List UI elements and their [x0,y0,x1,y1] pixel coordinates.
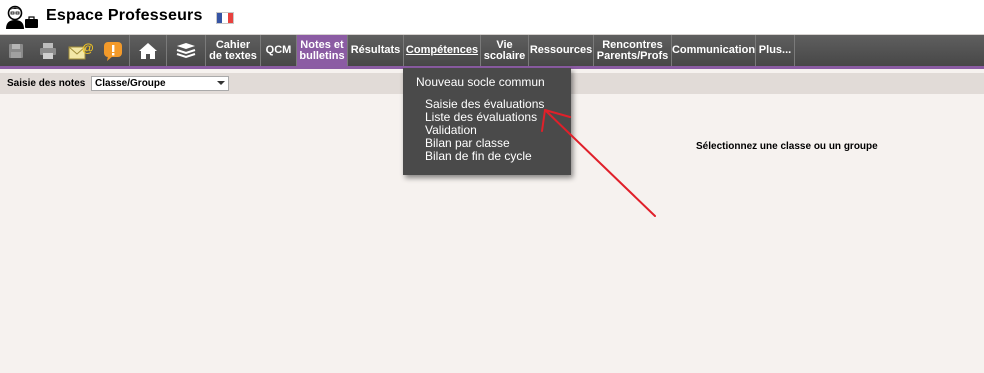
annotation-arrow-icon [541,109,656,217]
